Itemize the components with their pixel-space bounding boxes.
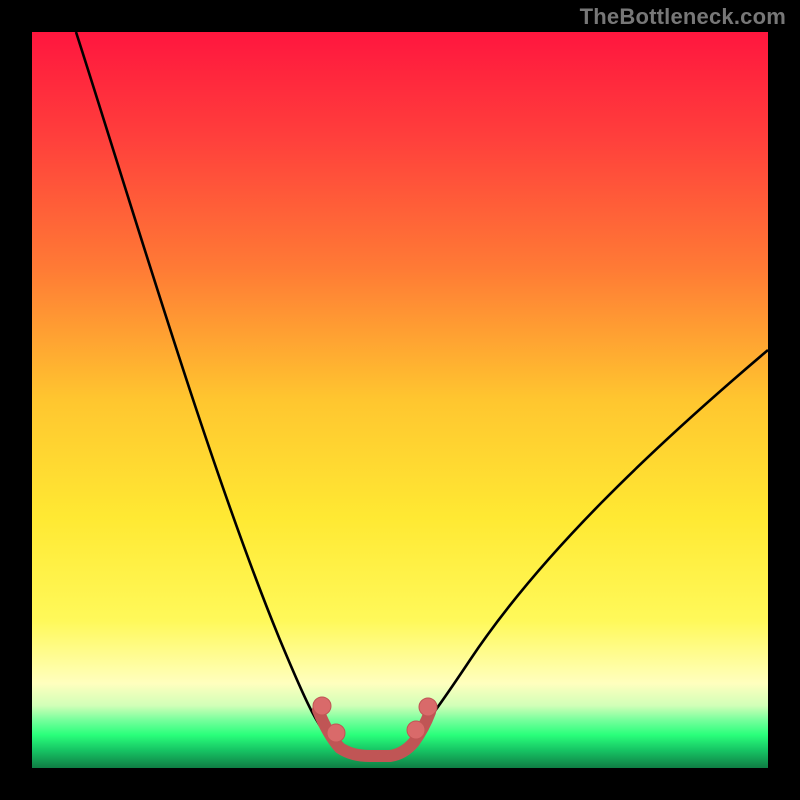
- chart-frame: TheBottleneck.com: [0, 0, 800, 800]
- chart-svg: [0, 0, 800, 800]
- watermark-text: TheBottleneck.com: [580, 4, 786, 30]
- plot-area: [32, 32, 768, 768]
